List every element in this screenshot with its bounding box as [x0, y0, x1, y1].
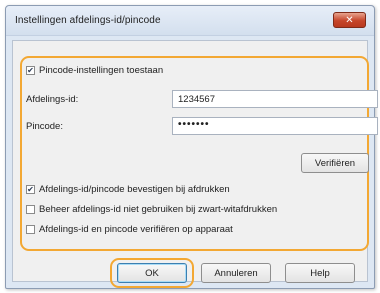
- dialog-body: ✔ Pincode-instellingen toestaan Afdeling…: [12, 40, 378, 288]
- department-id-field[interactable]: 1234567: [172, 90, 378, 108]
- bw-printing-checkbox[interactable]: [26, 205, 35, 214]
- confirm-on-print-checkbox[interactable]: ✔: [26, 185, 35, 194]
- close-button[interactable]: ✕: [333, 12, 366, 28]
- pin-field[interactable]: •••••••: [172, 117, 378, 135]
- close-icon: ✕: [345, 14, 354, 26]
- ok-button[interactable]: OK: [117, 263, 187, 283]
- title-bar[interactable]: Instellingen afdelings-id/pincode ✕: [6, 6, 374, 36]
- dialog-title: Instellingen afdelings-id/pincode: [15, 15, 161, 26]
- confirm-on-print-label: Afdelings-id/pincode bevestigen bij afdr…: [39, 184, 230, 195]
- allow-pin-label: Pincode-instellingen toestaan: [39, 65, 164, 76]
- help-button[interactable]: Help: [285, 263, 355, 283]
- verify-on-device-label: Afdelings-id en pincode verifiëren op ap…: [39, 224, 233, 235]
- cancel-button[interactable]: Annuleren: [201, 263, 271, 283]
- allow-pin-option[interactable]: ✔ Pincode-instellingen toestaan: [26, 65, 163, 76]
- department-id-label: Afdelings-id:: [26, 94, 79, 105]
- verify-button[interactable]: Verifiëren: [301, 153, 369, 173]
- bw-printing-label: Beheer afdelings-id niet gebruiken bij z…: [39, 204, 278, 215]
- verify-on-device-option[interactable]: Afdelings-id en pincode verifiëren op ap…: [26, 224, 233, 235]
- bw-printing-option[interactable]: Beheer afdelings-id niet gebruiken bij z…: [26, 204, 277, 215]
- allow-pin-checkbox[interactable]: ✔: [26, 66, 35, 75]
- pin-settings-dialog: Instellingen afdelings-id/pincode ✕ ✔ Pi…: [5, 5, 378, 289]
- verify-on-device-checkbox[interactable]: [26, 225, 35, 234]
- confirm-on-print-option[interactable]: ✔ Afdelings-id/pincode bevestigen bij af…: [26, 184, 230, 195]
- pin-label: Pincode:: [26, 121, 63, 132]
